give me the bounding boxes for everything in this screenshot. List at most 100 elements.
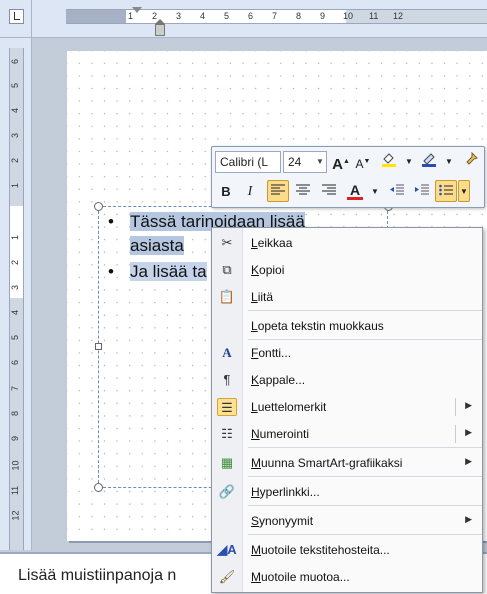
menu-item-bullets[interactable]: ☰ Luettelomerkit ▶ xyxy=(212,394,482,420)
menu-item-label: Leikkaa xyxy=(251,236,293,250)
ruler-number: 11 xyxy=(10,485,21,496)
menu-item-label: Muunna SmartArt-grafiikaksi xyxy=(251,456,403,470)
horizontal-ruler-strip: 1 2 3 4 5 6 7 8 9 10 11 12 xyxy=(66,9,487,24)
hyperlink-icon: 🔗 xyxy=(218,484,236,499)
menu-item-copy[interactable]: ⧉ Kopioi xyxy=(212,257,482,283)
menu-item-font[interactable]: A Fontti... xyxy=(212,340,482,366)
menu-item-cut[interactable]: ✂ Leikkaa xyxy=(212,230,482,256)
submenu-arrow-icon[interactable]: ▶ xyxy=(465,400,472,411)
menu-item-paragraph[interactable]: ¶ Kappale... xyxy=(212,367,482,393)
copy-icon: ⧉ xyxy=(222,262,232,277)
menu-item-label: Muotoile tekstitehosteita... xyxy=(251,543,390,557)
menu-item-label: Fontti... xyxy=(251,346,292,360)
ruler-number: 6 xyxy=(10,58,21,65)
ruler-number: 12 xyxy=(10,510,21,521)
ruler-number: 5 xyxy=(10,334,21,341)
bullets-button[interactable] xyxy=(435,180,457,202)
menu-item-format-shape[interactable]: 🖌 Muotoile muotoa... xyxy=(212,564,482,590)
menu-separator xyxy=(248,476,482,477)
paragraph-icon: ¶ xyxy=(223,372,231,387)
menu-item-label: Kappale... xyxy=(251,373,306,387)
selected-text[interactable]: asiasta xyxy=(130,236,184,255)
paste-icon: 📋 xyxy=(218,289,236,304)
line-color-button[interactable] xyxy=(418,151,440,173)
chevron-down-icon[interactable]: ▼ xyxy=(398,151,420,173)
ruler-number: 2 xyxy=(10,157,21,164)
menu-item-format-text-effects[interactable]: ◢A Muotoile tekstitehosteita... xyxy=(212,537,482,563)
resize-handle[interactable] xyxy=(94,483,103,492)
font-name-combo[interactable]: Calibri (L xyxy=(215,151,281,173)
shrink-font-icon: A xyxy=(355,157,364,171)
font-size-value: 24 xyxy=(288,155,302,169)
ruler-number: 4 xyxy=(200,11,206,21)
ruler-number: 10 xyxy=(343,11,354,21)
selected-text[interactable]: Ja lisää ta xyxy=(130,262,207,281)
increase-indent-button[interactable] xyxy=(411,181,433,203)
format-painter-icon xyxy=(466,151,478,165)
ruler-number: 3 xyxy=(10,132,21,139)
bold-button[interactable]: B xyxy=(215,181,237,203)
submenu-arrow-icon[interactable]: ▶ xyxy=(465,456,472,467)
font-size-combo[interactable]: 24 ▼ xyxy=(283,151,327,173)
ruler-number: 10 xyxy=(10,460,21,471)
ruler-number: 2 xyxy=(10,259,21,266)
scissors-icon: ✂ xyxy=(221,235,233,250)
left-tab-icon xyxy=(14,12,20,20)
submenu-arrow-icon[interactable]: ▶ xyxy=(465,514,472,525)
menu-separator xyxy=(248,447,482,448)
ruler-number: 7 xyxy=(10,385,21,392)
resize-handle[interactable] xyxy=(94,202,103,211)
align-left-button[interactable] xyxy=(267,180,289,202)
menu-item-stop-editing[interactable]: Lopeta tekstin muokkaus xyxy=(212,313,482,339)
shrink-font-button[interactable]: A▼ xyxy=(352,151,374,173)
submenu-arrow-icon[interactable]: ▶ xyxy=(465,427,472,438)
menu-item-hyperlink[interactable]: 🔗 Hyperlinkki... xyxy=(212,479,482,505)
ruler-number: 5 xyxy=(224,11,230,21)
ruler-number: 9 xyxy=(10,435,21,442)
ruler-number: 8 xyxy=(10,410,21,417)
menu-item-label: Luettelomerkit xyxy=(251,400,327,414)
horizontal-ruler[interactable]: 1 2 3 4 5 6 7 8 9 10 11 12 xyxy=(32,0,487,38)
chevron-down-icon[interactable]: ▼ xyxy=(314,152,326,172)
menu-item-label: Lopeta tekstin muokkaus xyxy=(251,319,384,333)
menu-separator xyxy=(248,310,482,311)
menu-item-synonyms[interactable]: Synonyymit ▶ xyxy=(212,508,482,534)
italic-button[interactable]: I xyxy=(239,181,261,203)
ruler-number: 8 xyxy=(296,11,302,21)
chevron-down-icon[interactable]: ▼ xyxy=(458,180,470,202)
font-color-button[interactable]: A xyxy=(344,179,366,201)
font-name-value: Calibri (L xyxy=(220,155,269,169)
context-menu: ✂ Leikkaa ⧉ Kopioi 📋 Liitä Lopeta teksti… xyxy=(211,227,483,593)
menu-separator xyxy=(248,505,482,506)
highlight-color-button[interactable] xyxy=(378,151,400,173)
menu-item-paste[interactable]: 📋 Liitä xyxy=(212,284,482,310)
grow-font-button[interactable]: A▲ xyxy=(330,151,352,173)
submenu-divider xyxy=(455,425,456,443)
resize-handle[interactable] xyxy=(95,343,102,350)
menu-item-smartart[interactable]: ▦ Muunna SmartArt-grafiikaksi ▶ xyxy=(212,450,482,476)
format-painter-button[interactable] xyxy=(460,151,482,173)
align-center-icon xyxy=(296,184,310,195)
smartart-icon: ▦ xyxy=(220,455,234,470)
bold-label: B xyxy=(221,184,231,199)
ruler-number: 5 xyxy=(10,82,21,89)
menu-separator xyxy=(248,534,482,535)
chevron-down-icon[interactable]: ▼ xyxy=(364,181,386,203)
first-line-indent-marker[interactable] xyxy=(132,7,142,13)
ruler-number: 3 xyxy=(10,284,21,291)
font-color-label: A xyxy=(349,182,361,198)
align-right-button[interactable] xyxy=(318,181,340,203)
highlight-bucket-icon xyxy=(382,153,396,167)
grow-font-icon: A xyxy=(332,156,343,173)
chevron-down-icon[interactable]: ▼ xyxy=(438,151,460,173)
hanging-indent-marker[interactable] xyxy=(155,19,165,36)
tab-selector-button[interactable] xyxy=(9,9,24,24)
pencil-icon xyxy=(422,153,436,167)
decrease-indent-button[interactable] xyxy=(386,181,408,203)
menu-item-numbering[interactable]: ☷ Numerointi ▶ xyxy=(212,421,482,447)
bullets-icon xyxy=(439,184,453,196)
ruler-number: 3 xyxy=(176,11,182,21)
align-center-button[interactable] xyxy=(292,181,314,203)
ruler-corner xyxy=(0,0,32,38)
vertical-ruler[interactable]: 6 5 4 3 2 1 1 2 3 4 5 6 7 8 9 10 11 12 xyxy=(0,38,32,550)
